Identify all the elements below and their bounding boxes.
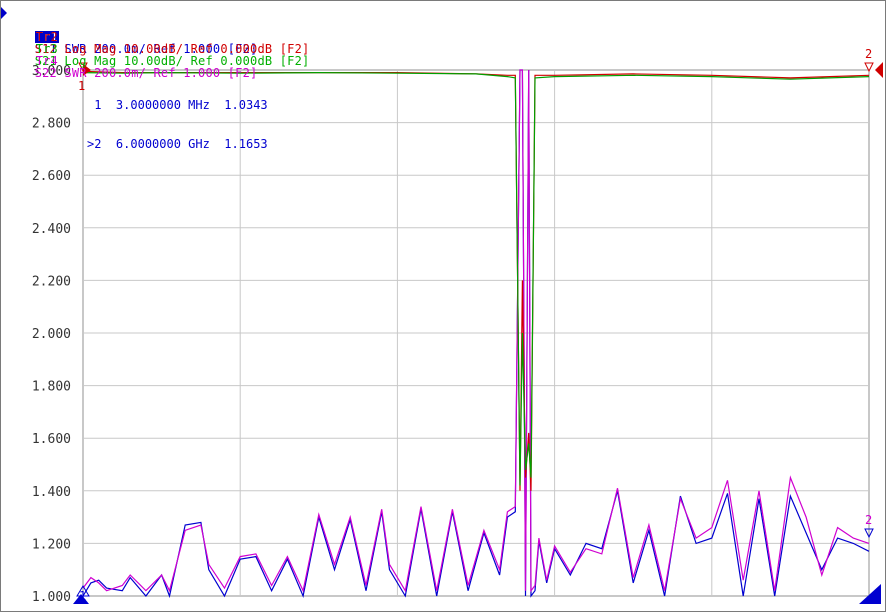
marker-2-number-s22: 2 [865, 513, 872, 527]
marker-table: 1 3.0000000 MHz 1.0343 >2 6.0000000 GHz … [87, 73, 268, 177]
y-tick-label: 2.000 [32, 327, 71, 342]
marker-row-2[interactable]: >2 6.0000000 GHz 1.1653 [87, 138, 268, 151]
marker-1-freq: 3.0000000 MHz [115, 98, 210, 112]
marker-2-id: 2 [94, 137, 102, 151]
y-tick-label: 1.000 [32, 590, 71, 605]
marker-1-value: 1.0343 [224, 98, 268, 112]
y-tick-label: 1.200 [32, 537, 71, 552]
marker-1-id: 1 [94, 98, 102, 112]
y-tick-label: 2.400 [32, 222, 71, 237]
ref-right-arrow-icon [875, 62, 883, 78]
y-tick-label: 1.600 [32, 432, 71, 447]
marker-2-value: 1.1653 [224, 137, 268, 151]
marker-2-freq: 6.0000000 GHz [115, 137, 210, 151]
y-tick-label: 1.400 [32, 485, 71, 500]
y-tick-label: 2.600 [32, 169, 71, 184]
y-axis-ticks: 3.0002.8002.6002.4002.2002.0001.8001.600… [32, 64, 71, 605]
marker-2-number-s12: 2 [865, 47, 872, 61]
marker-row-1[interactable]: 1 3.0000000 MHz 1.0343 [87, 98, 268, 112]
marker-1-number-s11: 1 [79, 589, 86, 603]
ref-bottom-right-icon [859, 584, 881, 604]
active-trace-arrow-icon [1, 7, 7, 19]
analyzer-display: 3.000 2.800 2.600 2.400 2.200 2.000 1.800 1.600… [0, 0, 886, 612]
y-tick-label: 2.200 [32, 274, 71, 289]
y-tick-label: 1.800 [32, 380, 71, 395]
y-tick-label: 2.800 [32, 117, 71, 132]
